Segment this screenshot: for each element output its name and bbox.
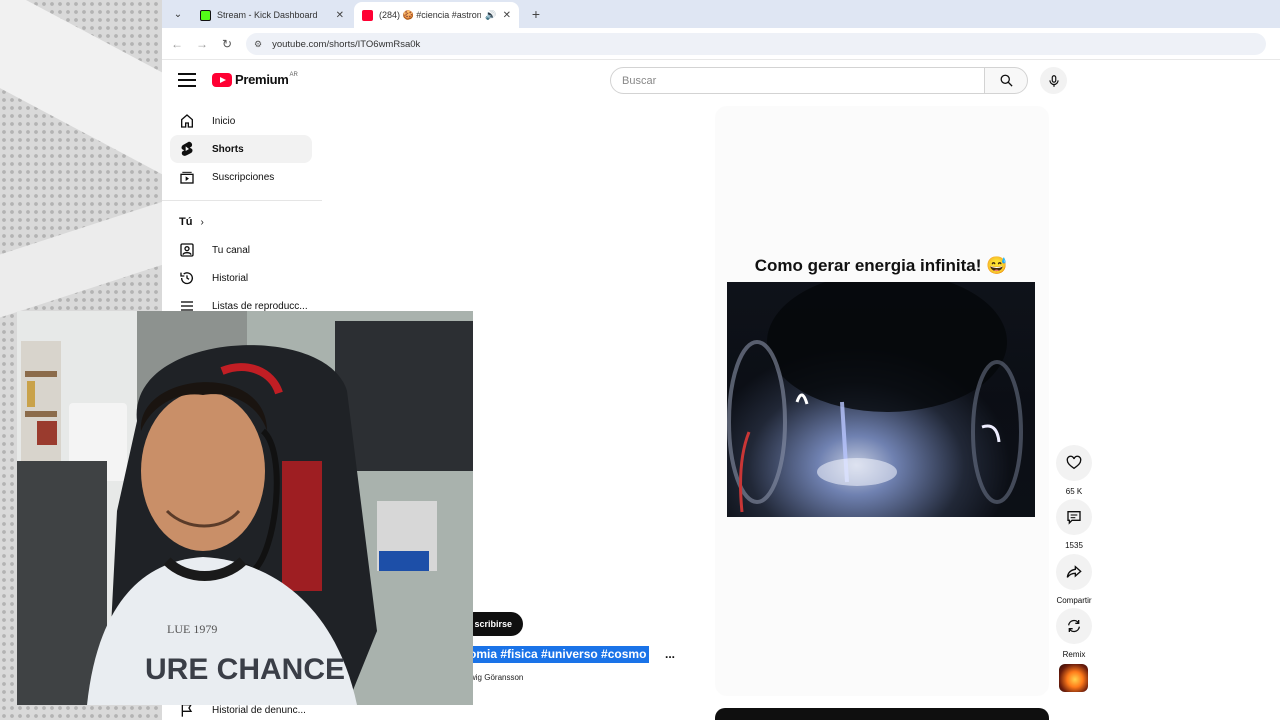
- share-icon: [1066, 565, 1082, 578]
- browser-toolbar: ← → ↻ ⚙ youtube.com/shorts/ITO6wmRsa0k: [162, 28, 1280, 60]
- speaker-icon[interactable]: 🔊: [485, 10, 496, 21]
- voice-search-button[interactable]: [1040, 67, 1067, 94]
- browser-tab-kick[interactable]: Stream - Kick Dashboard ✕: [192, 2, 352, 28]
- shorts-icon: [179, 141, 195, 157]
- site-settings-icon[interactable]: ⚙: [254, 39, 262, 50]
- remix-action: Remix: [1054, 608, 1094, 659]
- like-button[interactable]: [1056, 445, 1092, 481]
- share-button[interactable]: [1056, 554, 1092, 590]
- forward-arrow-icon[interactable]: →: [193, 35, 211, 53]
- hamburger-menu-icon[interactable]: [176, 70, 198, 90]
- sidebar-item-label: Listas de reproducc...: [212, 300, 308, 312]
- search-placeholder: Buscar: [622, 74, 657, 87]
- browser-tab-strip: ⌄ Stream - Kick Dashboard ✕ (284) 🍪 #cie…: [162, 0, 1280, 28]
- address-bar[interactable]: ⚙ youtube.com/shorts/ITO6wmRsa0k: [246, 33, 1266, 55]
- back-arrow-icon[interactable]: ←: [168, 35, 186, 53]
- subscriptions-icon: [179, 169, 195, 185]
- tab-search-chevron-icon[interactable]: ⌄: [168, 4, 188, 24]
- chevron-right-icon: ›: [200, 217, 204, 228]
- sidebar-item-label: Suscripciones: [212, 171, 275, 183]
- channel-icon: [179, 242, 195, 258]
- you-header-label: Tú: [179, 216, 193, 228]
- sidebar-item-label: Historial: [212, 272, 249, 284]
- short-caption: Como gerar energia infinita! 😅: [754, 256, 1008, 275]
- search-button[interactable]: [984, 67, 1028, 94]
- url-text: youtube.com/shorts/ITO6wmRsa0k: [272, 38, 421, 50]
- history-icon: [179, 270, 195, 286]
- remix-button[interactable]: [1056, 608, 1092, 644]
- short-video-frame[interactable]: [727, 282, 1035, 517]
- sidebar-item-historial[interactable]: Historial: [170, 264, 312, 292]
- svg-text:LUE 1979: LUE 1979: [167, 622, 217, 636]
- browser-tab-youtube[interactable]: (284) 🍪 #ciencia #astrono 🔊 ✕: [354, 2, 519, 28]
- comment-count: 1535: [1065, 541, 1083, 550]
- webcam-overlay: URE CHANCE LUE 1979: [17, 311, 473, 705]
- like-count: 65 K: [1065, 487, 1083, 496]
- hashtags-ellipsis: ...: [665, 647, 676, 661]
- sidebar-you-header[interactable]: Tú ›: [179, 216, 204, 228]
- sidebar-item-label: Shorts: [212, 143, 244, 155]
- video-frame-image: [727, 282, 1035, 517]
- svg-text:URE CHANCE: URE CHANCE: [145, 653, 345, 686]
- heart-icon: [1066, 455, 1082, 470]
- sidebar-item-inicio[interactable]: Inicio: [170, 107, 312, 135]
- tab-title: Stream - Kick Dashboard: [217, 10, 318, 20]
- tab-title: (284) 🍪 #ciencia #astrono: [379, 9, 482, 20]
- search-icon: [1000, 74, 1013, 87]
- search-input[interactable]: Buscar: [610, 67, 985, 94]
- remix-icon: [1068, 619, 1080, 633]
- kick-icon: [200, 9, 211, 21]
- remix-label: Remix: [1062, 650, 1086, 659]
- comments-button[interactable]: [1056, 499, 1092, 535]
- comment-action: 1535: [1054, 499, 1094, 550]
- home-icon: [179, 113, 195, 129]
- sidebar-item-label: Tu canal: [212, 244, 250, 256]
- sidebar-item-suscripciones[interactable]: Suscripciones: [170, 163, 312, 191]
- youtube-play-icon: [212, 72, 232, 87]
- sidebar-item-label: Inicio: [212, 115, 236, 127]
- comment-icon: [1067, 511, 1081, 525]
- logo-text: Premium: [235, 72, 289, 87]
- share-label: Compartir: [1056, 596, 1092, 605]
- sidebar-item-shorts[interactable]: Shorts: [170, 135, 312, 163]
- microphone-icon: [1048, 74, 1059, 87]
- short-hashtags-selected[interactable]: omia #fisica #universo #cosmo: [466, 646, 650, 663]
- sidebar-item-tu-canal[interactable]: Tu canal: [170, 236, 312, 264]
- reload-icon[interactable]: ↻: [218, 35, 236, 53]
- youtube-premium-logo[interactable]: Premium AR: [212, 72, 298, 87]
- original-sound-thumbnail[interactable]: [1059, 664, 1088, 692]
- like-action: 65 K: [1054, 445, 1094, 496]
- youtube-icon: [362, 9, 373, 21]
- sidebar-divider: [162, 200, 322, 201]
- share-action: Compartir: [1054, 554, 1094, 605]
- next-short-preview[interactable]: [715, 708, 1049, 720]
- streamer-webcam-image: URE CHANCE LUE 1979: [17, 311, 473, 705]
- subscribe-label: scribirse: [474, 619, 512, 629]
- new-tab-button[interactable]: +: [526, 4, 546, 24]
- close-icon[interactable]: ✕: [336, 10, 344, 21]
- sidebar-item-label: Historial de denunc...: [212, 704, 306, 716]
- country-code: AR: [289, 71, 298, 78]
- close-icon[interactable]: ✕: [503, 10, 511, 21]
- music-credit[interactable]: wig Göransson: [470, 673, 523, 682]
